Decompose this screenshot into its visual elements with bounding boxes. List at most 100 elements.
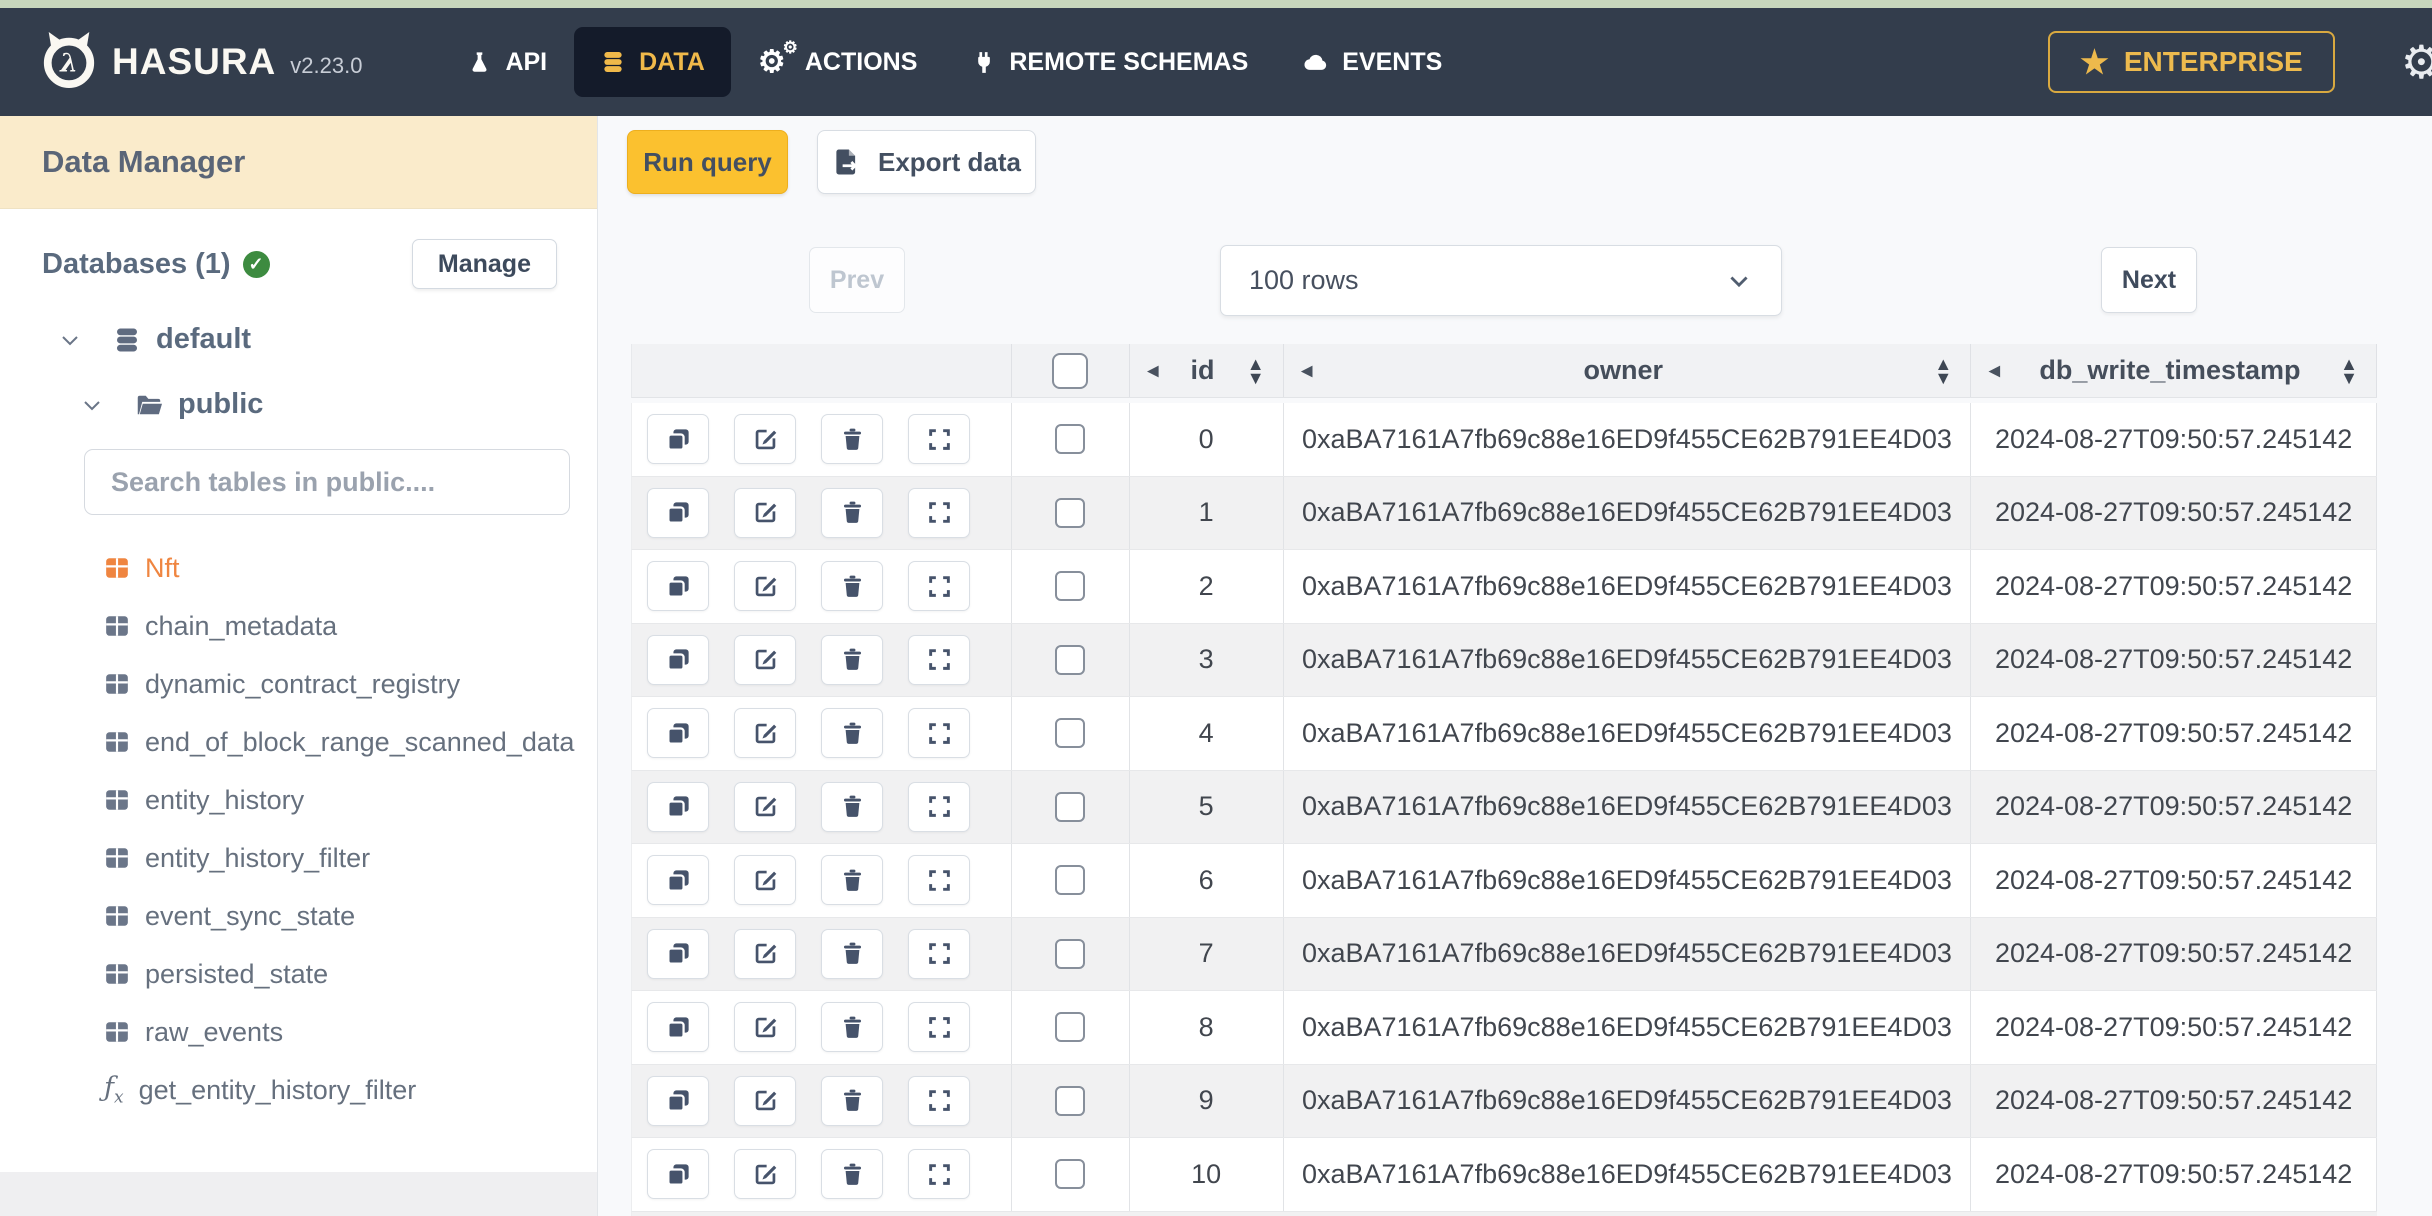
delete-row-button[interactable] — [821, 928, 883, 979]
select-all-checkbox[interactable] — [1052, 352, 1089, 389]
row-checkbox[interactable] — [1055, 938, 1086, 969]
database-icon — [112, 325, 142, 355]
expand-row-button[interactable] — [908, 781, 970, 832]
delete-row-button[interactable] — [821, 1002, 883, 1053]
expand-row-button[interactable] — [908, 708, 970, 759]
sidebar-table-item[interactable]: ƒx entity_history — [0, 771, 597, 829]
sort-icon[interactable]: ▲ ▼ — [1247, 355, 1265, 387]
delete-row-button[interactable] — [821, 1149, 883, 1200]
expand-row-button[interactable] — [908, 1075, 970, 1126]
clone-icon — [665, 867, 692, 894]
expand-row-button[interactable] — [908, 487, 970, 538]
gear-icon[interactable]: ⚙ — [2401, 39, 2432, 85]
delete-row-button[interactable] — [821, 781, 883, 832]
collapse-column-icon[interactable]: ◂ — [1148, 360, 1159, 381]
row-checkbox[interactable] — [1055, 571, 1086, 602]
nav-item-data[interactable]: DATA — [574, 27, 731, 97]
sidebar-table-item[interactable]: ƒx get_entity_history_filter — [0, 1061, 597, 1119]
nav-item-label: EVENTS — [1342, 47, 1443, 76]
delete-row-button[interactable] — [821, 708, 883, 759]
clone-row-button[interactable] — [647, 414, 709, 465]
clone-row-button[interactable] — [647, 634, 709, 685]
row-checkbox[interactable] — [1055, 497, 1086, 528]
row-checkbox[interactable] — [1055, 644, 1086, 675]
collapse-column-icon[interactable]: ◂ — [1302, 360, 1313, 381]
clone-row-button[interactable] — [647, 1002, 709, 1053]
row-actions-cell — [632, 1138, 1012, 1211]
cell-id: 2 — [1130, 550, 1284, 623]
expand-row-button[interactable] — [908, 561, 970, 612]
delete-row-button[interactable] — [821, 487, 883, 538]
nav-item-remote-schemas[interactable]: REMOTE SCHEMAS — [944, 27, 1275, 97]
tree-node-schema[interactable]: public — [80, 388, 597, 421]
row-checkbox[interactable] — [1055, 424, 1086, 455]
nav-item-api[interactable]: API — [440, 27, 574, 97]
clone-row-button[interactable] — [647, 1075, 709, 1126]
delete-row-button[interactable] — [821, 855, 883, 906]
edit-row-button[interactable] — [734, 1075, 796, 1126]
enterprise-button[interactable]: ★ ENTERPRISE — [2048, 31, 2335, 93]
clone-row-button[interactable] — [647, 561, 709, 612]
edit-row-button[interactable] — [734, 1149, 796, 1200]
nav-item-actions[interactable]: ⚙ ⚙ ACTIONS — [731, 27, 945, 97]
clone-row-button[interactable] — [647, 928, 709, 979]
manage-button[interactable]: Manage — [411, 239, 557, 289]
chevron-down-icon[interactable] — [58, 328, 82, 352]
column-header-id[interactable]: ◂ id ▲ ▼ — [1130, 344, 1284, 397]
delete-row-button[interactable] — [821, 1075, 883, 1126]
edit-row-button[interactable] — [734, 928, 796, 979]
collapse-column-icon[interactable]: ◂ — [1989, 360, 2000, 381]
prev-page-button[interactable]: Prev — [809, 247, 905, 313]
sidebar-table-item[interactable]: ƒx end_of_block_range_scanned_data — [0, 713, 597, 771]
edit-row-button[interactable] — [734, 634, 796, 685]
export-data-button[interactable]: Export data — [817, 130, 1036, 194]
sidebar-table-item[interactable]: ƒx dynamic_contract_registry — [0, 655, 597, 713]
row-checkbox[interactable] — [1055, 1012, 1086, 1043]
run-query-button[interactable]: Run query — [627, 130, 788, 194]
expand-row-button[interactable] — [908, 634, 970, 685]
delete-row-button[interactable] — [821, 561, 883, 612]
expand-row-button[interactable] — [908, 855, 970, 906]
column-header-owner[interactable]: ◂ owner ▲ ▼ — [1284, 344, 1972, 397]
expand-row-button[interactable] — [908, 928, 970, 979]
row-checkbox[interactable] — [1055, 791, 1086, 822]
sidebar-table-item[interactable]: ƒx chain_metadata — [0, 597, 597, 655]
edit-row-button[interactable] — [734, 414, 796, 465]
edit-row-button[interactable] — [734, 781, 796, 832]
sort-icon[interactable]: ▲ ▼ — [2340, 355, 2358, 387]
sort-icon[interactable]: ▲ ▼ — [1934, 355, 1952, 387]
edit-row-button[interactable] — [734, 1002, 796, 1053]
edit-row-button[interactable] — [734, 708, 796, 759]
clone-row-button[interactable] — [647, 487, 709, 538]
sidebar-table-item[interactable]: ƒx Nft — [0, 539, 597, 597]
tree-node-database[interactable]: default — [58, 323, 597, 356]
clone-row-button[interactable] — [647, 1149, 709, 1200]
sidebar-table-item[interactable]: ƒx persisted_state — [0, 945, 597, 1003]
clone-row-button[interactable] — [647, 781, 709, 832]
delete-row-button[interactable] — [821, 634, 883, 685]
row-checkbox[interactable] — [1055, 1085, 1086, 1116]
sidebar-table-item[interactable]: ƒx event_sync_state — [0, 887, 597, 945]
edit-row-button[interactable] — [734, 487, 796, 538]
brand[interactable]: λ HASURA v2.23.0 — [40, 31, 362, 94]
row-checkbox[interactable] — [1055, 718, 1086, 749]
row-checkbox[interactable] — [1055, 1159, 1086, 1190]
column-header-db-write-timestamp[interactable]: ◂ db_write_timestamp ▲ ▼ — [1971, 344, 2377, 397]
edit-row-button[interactable] — [734, 561, 796, 612]
next-page-button[interactable]: Next — [2101, 247, 2197, 313]
sidebar-table-item[interactable]: ƒx entity_history_filter — [0, 829, 597, 887]
expand-icon — [927, 574, 952, 599]
expand-row-button[interactable] — [908, 414, 970, 465]
nav-item-events[interactable]: EVENTS — [1275, 27, 1469, 97]
rows-per-page-select[interactable]: 100 rows — [1220, 245, 1782, 316]
expand-row-button[interactable] — [908, 1149, 970, 1200]
chevron-down-icon[interactable] — [80, 393, 104, 417]
clone-row-button[interactable] — [647, 855, 709, 906]
sidebar-table-item[interactable]: ƒx raw_events — [0, 1003, 597, 1061]
clone-row-button[interactable] — [647, 708, 709, 759]
edit-row-button[interactable] — [734, 855, 796, 906]
expand-row-button[interactable] — [908, 1002, 970, 1053]
delete-row-button[interactable] — [821, 414, 883, 465]
search-input[interactable] — [84, 449, 570, 515]
row-checkbox[interactable] — [1055, 865, 1086, 896]
